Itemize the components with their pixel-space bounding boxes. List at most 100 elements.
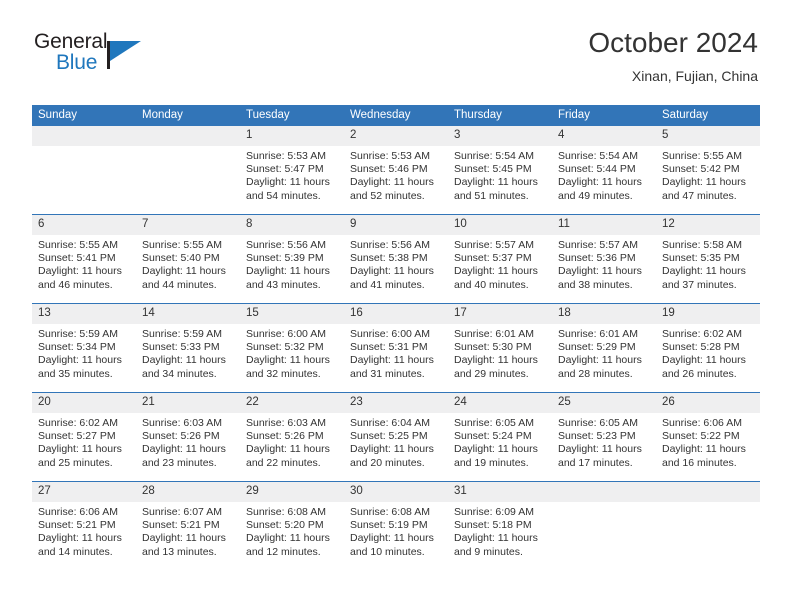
day-sunset-line: Sunset: 5:33 PM <box>142 341 220 354</box>
day-daylight-line: Daylight: 11 hours <box>142 443 226 456</box>
day-daylight-line: Daylight: 11 hours <box>558 176 642 189</box>
calendar-day-cell[interactable]: 18 Sunrise: 6:01 AM Sunset: 5:29 PM Dayligh… <box>552 303 656 393</box>
day-number <box>136 126 240 146</box>
day-number <box>656 482 760 502</box>
weekday-header-wednesday: Wednesday <box>344 105 448 126</box>
day-daylight-line: Daylight: 11 hours <box>246 265 330 278</box>
day-number: 8 <box>240 215 344 235</box>
calendar-day-cell[interactable]: 28 Sunrise: 6:07 AM Sunset: 5:21 PM Dayligh… <box>136 481 240 570</box>
day-details: Sunrise: 5:54 AM Sunset: 5:44 PM Daylight:… <box>552 146 656 203</box>
day-sunrise-line: Sunrise: 6:04 AM <box>350 417 430 429</box>
day-sunrise-line: Sunrise: 6:06 AM <box>38 506 118 518</box>
day-details: Sunrise: 6:02 AM Sunset: 5:28 PM Daylight:… <box>656 324 760 381</box>
day-sunset-line: Sunset: 5:36 PM <box>558 252 636 265</box>
calendar-day-cell[interactable]: 3 Sunrise: 5:54 AM Sunset: 5:45 PM Daylight… <box>448 126 552 215</box>
day-number: 26 <box>656 393 760 413</box>
day-details: Sunrise: 6:08 AM Sunset: 5:20 PM Daylight:… <box>240 502 344 559</box>
day-daylight-line: Daylight: 11 hours <box>350 532 434 545</box>
day-daylight-line: and 43 minutes. <box>246 278 321 291</box>
day-details: Sunrise: 6:08 AM Sunset: 5:19 PM Daylight:… <box>344 502 448 559</box>
day-daylight-line: and 29 minutes. <box>454 367 529 380</box>
weekday-header-sunday: Sunday <box>32 105 136 126</box>
calendar-day-cell[interactable]: 6 Sunrise: 5:55 AM Sunset: 5:41 PM Daylight… <box>32 214 136 304</box>
day-sunrise-line: Sunrise: 5:54 AM <box>558 150 638 162</box>
day-number: 28 <box>136 482 240 502</box>
day-sunset-line: Sunset: 5:42 PM <box>662 163 740 176</box>
calendar-day-cell[interactable]: 2 Sunrise: 5:53 AM Sunset: 5:46 PM Daylight… <box>344 126 448 215</box>
day-sunrise-line: Sunrise: 5:53 AM <box>350 150 430 162</box>
calendar-day-cell[interactable]: 19 Sunrise: 6:02 AM Sunset: 5:28 PM Dayligh… <box>656 303 760 393</box>
day-sunrise-line: Sunrise: 6:02 AM <box>662 328 742 340</box>
day-details: Sunrise: 6:06 AM Sunset: 5:21 PM Daylight:… <box>32 502 136 559</box>
calendar-day-cell[interactable]: 26 Sunrise: 6:06 AM Sunset: 5:22 PM Dayligh… <box>656 392 760 482</box>
calendar-day-cell[interactable]: 20 Sunrise: 6:02 AM Sunset: 5:27 PM Dayligh… <box>32 392 136 482</box>
day-details: Sunrise: 5:53 AM Sunset: 5:47 PM Daylight:… <box>240 146 344 203</box>
day-sunrise-line: Sunrise: 6:00 AM <box>350 328 430 340</box>
title-block: October 2024 Xinan, Fujian, China <box>588 26 758 86</box>
day-details: Sunrise: 6:01 AM Sunset: 5:30 PM Daylight:… <box>448 324 552 381</box>
calendar-day-cell[interactable]: 31 Sunrise: 6:09 AM Sunset: 5:18 PM Dayligh… <box>448 481 552 570</box>
calendar-day-cell[interactable]: 12 Sunrise: 5:58 AM Sunset: 5:35 PM Dayligh… <box>656 214 760 304</box>
day-sunrise-line: Sunrise: 5:53 AM <box>246 150 326 162</box>
day-sunset-line: Sunset: 5:40 PM <box>142 252 220 265</box>
day-daylight-line: and 14 minutes. <box>38 545 113 558</box>
day-sunrise-line: Sunrise: 5:55 AM <box>662 150 742 162</box>
calendar-day-cell[interactable]: 24 Sunrise: 6:05 AM Sunset: 5:24 PM Dayligh… <box>448 392 552 482</box>
day-sunset-line: Sunset: 5:21 PM <box>38 519 116 532</box>
calendar-day-cell[interactable]: 11 Sunrise: 5:57 AM Sunset: 5:36 PM Dayligh… <box>552 214 656 304</box>
calendar-day-cell[interactable]: 21 Sunrise: 6:03 AM Sunset: 5:26 PM Dayligh… <box>136 392 240 482</box>
day-sunset-line: Sunset: 5:34 PM <box>38 341 116 354</box>
day-daylight-line: Daylight: 11 hours <box>558 354 642 367</box>
calendar-day-cell[interactable]: 27 Sunrise: 6:06 AM Sunset: 5:21 PM Dayligh… <box>32 481 136 570</box>
calendar-day-cell[interactable]: 15 Sunrise: 6:00 AM Sunset: 5:32 PM Dayligh… <box>240 303 344 393</box>
calendar-day-cell[interactable]: 23 Sunrise: 6:04 AM Sunset: 5:25 PM Dayligh… <box>344 392 448 482</box>
day-daylight-line: Daylight: 11 hours <box>350 443 434 456</box>
calendar-day-cell[interactable]: 10 Sunrise: 5:57 AM Sunset: 5:37 PM Dayligh… <box>448 214 552 304</box>
day-number: 2 <box>344 126 448 146</box>
calendar-day-cell[interactable]: 8 Sunrise: 5:56 AM Sunset: 5:39 PM Daylight… <box>240 214 344 304</box>
day-number: 22 <box>240 393 344 413</box>
day-sunrise-line: Sunrise: 6:03 AM <box>142 417 222 429</box>
calendar-day-cell[interactable]: 5 Sunrise: 5:55 AM Sunset: 5:42 PM Daylight… <box>656 126 760 215</box>
day-daylight-line: and 46 minutes. <box>38 278 113 291</box>
calendar-day-cell[interactable]: 22 Sunrise: 6:03 AM Sunset: 5:26 PM Dayligh… <box>240 392 344 482</box>
calendar-week-row: 13 Sunrise: 5:59 AM Sunset: 5:34 PM Dayligh… <box>32 303 760 393</box>
day-sunset-line: Sunset: 5:18 PM <box>454 519 532 532</box>
day-daylight-line: and 28 minutes. <box>558 367 633 380</box>
day-sunrise-line: Sunrise: 5:54 AM <box>454 150 534 162</box>
calendar-day-cell[interactable]: 9 Sunrise: 5:56 AM Sunset: 5:38 PM Daylight… <box>344 214 448 304</box>
calendar-day-cell[interactable]: 4 Sunrise: 5:54 AM Sunset: 5:44 PM Daylight… <box>552 126 656 215</box>
weekday-header-tuesday: Tuesday <box>240 105 344 126</box>
day-details: Sunrise: 5:56 AM Sunset: 5:39 PM Daylight:… <box>240 235 344 292</box>
day-daylight-line: and 17 minutes. <box>558 456 633 469</box>
calendar-day-cell-empty <box>552 481 656 570</box>
calendar-day-cell[interactable]: 29 Sunrise: 6:08 AM Sunset: 5:20 PM Dayligh… <box>240 481 344 570</box>
calendar-day-cell[interactable]: 7 Sunrise: 5:55 AM Sunset: 5:40 PM Daylight… <box>136 214 240 304</box>
day-sunrise-line: Sunrise: 5:57 AM <box>454 239 534 251</box>
day-daylight-line: and 25 minutes. <box>38 456 113 469</box>
calendar-day-cell[interactable]: 17 Sunrise: 6:01 AM Sunset: 5:30 PM Dayligh… <box>448 303 552 393</box>
calendar-day-cell[interactable]: 30 Sunrise: 6:08 AM Sunset: 5:19 PM Dayligh… <box>344 481 448 570</box>
day-details: Sunrise: 6:05 AM Sunset: 5:24 PM Daylight:… <box>448 413 552 470</box>
day-details: Sunrise: 6:00 AM Sunset: 5:31 PM Daylight:… <box>344 324 448 381</box>
day-daylight-line: and 40 minutes. <box>454 278 529 291</box>
day-daylight-line: Daylight: 11 hours <box>142 532 226 545</box>
day-sunrise-line: Sunrise: 6:02 AM <box>38 417 118 429</box>
day-number: 10 <box>448 215 552 235</box>
day-details: Sunrise: 5:58 AM Sunset: 5:35 PM Daylight:… <box>656 235 760 292</box>
day-daylight-line: and 54 minutes. <box>246 189 321 202</box>
calendar-day-cell[interactable]: 16 Sunrise: 6:00 AM Sunset: 5:31 PM Dayligh… <box>344 303 448 393</box>
calendar-day-cell[interactable]: 13 Sunrise: 5:59 AM Sunset: 5:34 PM Dayligh… <box>32 303 136 393</box>
calendar-day-cell[interactable]: 1 Sunrise: 5:53 AM Sunset: 5:47 PM Daylight… <box>240 126 344 215</box>
day-sunset-line: Sunset: 5:45 PM <box>454 163 532 176</box>
day-sunrise-line: Sunrise: 5:56 AM <box>350 239 430 251</box>
day-daylight-line: Daylight: 11 hours <box>454 265 538 278</box>
calendar-day-cell[interactable]: 14 Sunrise: 5:59 AM Sunset: 5:33 PM Dayligh… <box>136 303 240 393</box>
day-daylight-line: and 51 minutes. <box>454 189 529 202</box>
day-sunset-line: Sunset: 5:19 PM <box>350 519 428 532</box>
day-sunset-line: Sunset: 5:22 PM <box>662 430 740 443</box>
day-sunrise-line: Sunrise: 5:57 AM <box>558 239 638 251</box>
location-subtitle: Xinan, Fujian, China <box>631 68 758 84</box>
calendar-day-cell[interactable]: 25 Sunrise: 6:05 AM Sunset: 5:23 PM Dayligh… <box>552 392 656 482</box>
day-sunrise-line: Sunrise: 6:01 AM <box>558 328 638 340</box>
